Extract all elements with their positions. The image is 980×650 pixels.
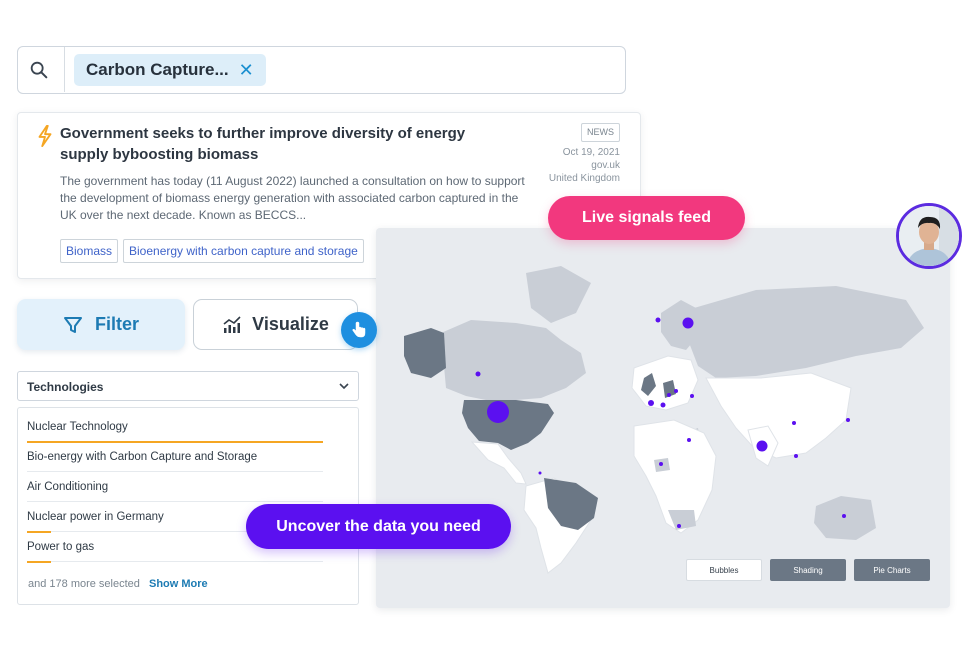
news-country: United Kingdom [548, 173, 620, 184]
map-region-australia [814, 496, 876, 540]
chip-label: Carbon Capture... [86, 60, 229, 79]
map-bubble [677, 524, 681, 528]
news-badge: NEWS [581, 123, 620, 142]
map-bubble [667, 393, 671, 397]
map-bubble [475, 371, 481, 377]
search-icon[interactable] [28, 59, 50, 81]
map-bubble [846, 418, 850, 422]
world-map-panel[interactable] [376, 228, 950, 608]
list-item[interactable]: Bio-energy with Carbon Capture and Stora… [27, 451, 257, 463]
search-chip[interactable]: Carbon Capture... ✕ [74, 54, 266, 86]
filter-icon [63, 316, 82, 333]
map-bubble [655, 317, 661, 323]
map-bubble [648, 400, 654, 406]
list-item-bar [27, 501, 323, 502]
filter-label: Filter [94, 314, 139, 334]
tag-beccs[interactable]: Bioenergy with carbon capture and storag… [123, 239, 364, 263]
map-region-greenland [526, 266, 591, 323]
map-bubble [682, 317, 694, 329]
search-bar[interactable]: Carbon Capture... ✕ [17, 46, 626, 94]
news-title[interactable]: Government seeks to further improve dive… [60, 123, 480, 165]
map-region-asia [705, 372, 852, 459]
chart-icon [223, 315, 241, 333]
filter-button[interactable]: Filter [17, 299, 185, 350]
news-meta: NEWS Oct 19, 2021 gov.uk United Kingdom [549, 123, 620, 185]
visualize-button[interactable]: Visualize [193, 299, 358, 350]
search-divider [64, 47, 65, 92]
show-more-link[interactable]: Show More [149, 578, 208, 590]
world-map[interactable] [376, 228, 950, 608]
bar-fill [27, 441, 323, 443]
map-bubble [659, 462, 663, 466]
bolt-icon [38, 125, 52, 147]
bar-fill [27, 531, 51, 533]
map-region-canada [441, 320, 586, 400]
map-region-alaska [404, 328, 446, 378]
live-signals-callout: Live signals feed [548, 196, 745, 240]
news-tags: Biomass Bioenergy with carbon capture an… [60, 239, 364, 263]
list-item[interactable]: Power to gas [27, 541, 94, 553]
tab-shading[interactable]: Shading [770, 559, 846, 581]
bar-fill [27, 561, 51, 563]
list-item[interactable]: Nuclear Technology [27, 421, 128, 433]
list-item[interactable]: Air Conditioning [27, 481, 108, 493]
close-icon[interactable]: ✕ [239, 61, 254, 79]
map-bubble [842, 514, 846, 518]
tag-biomass[interactable]: Biomass [60, 239, 119, 263]
map-bubble [487, 401, 509, 423]
map-region-mexico [470, 441, 527, 485]
tab-pie-charts[interactable]: Pie Charts [854, 559, 930, 581]
more-selected-text: and 178 more selected [28, 578, 140, 590]
list-item-bar [27, 561, 323, 563]
news-date: Oct 19, 2021 [562, 147, 620, 158]
map-bubble [660, 402, 666, 408]
map-bubble [690, 394, 694, 398]
chevron-down-icon[interactable] [338, 380, 350, 392]
map-bubble [794, 454, 798, 458]
hand-pointer-icon [341, 312, 377, 348]
map-bubble [538, 471, 542, 475]
visualize-label: Visualize [252, 314, 329, 334]
map-bubble [674, 389, 678, 393]
map-bubble [756, 440, 768, 452]
list-item[interactable]: Nuclear power in Germany [27, 511, 164, 523]
list-item-bar [27, 471, 323, 472]
tab-bubbles[interactable]: Bubbles [686, 559, 762, 581]
avatar [896, 203, 962, 269]
uncover-data-callout: Uncover the data you need [246, 504, 511, 549]
map-view-tabs: Bubbles Shading Pie Charts [686, 559, 930, 581]
technologies-dropdown[interactable]: Technologies [17, 371, 359, 401]
dropdown-label: Technologies [27, 380, 104, 394]
map-region-russia [688, 286, 924, 378]
map-bubble [687, 438, 691, 442]
news-description: The government has today (11 August 2022… [60, 174, 525, 222]
news-source: gov.uk [591, 160, 620, 171]
person-avatar-icon [899, 206, 959, 266]
list-item-bar [27, 441, 323, 443]
map-bubble [792, 421, 796, 425]
